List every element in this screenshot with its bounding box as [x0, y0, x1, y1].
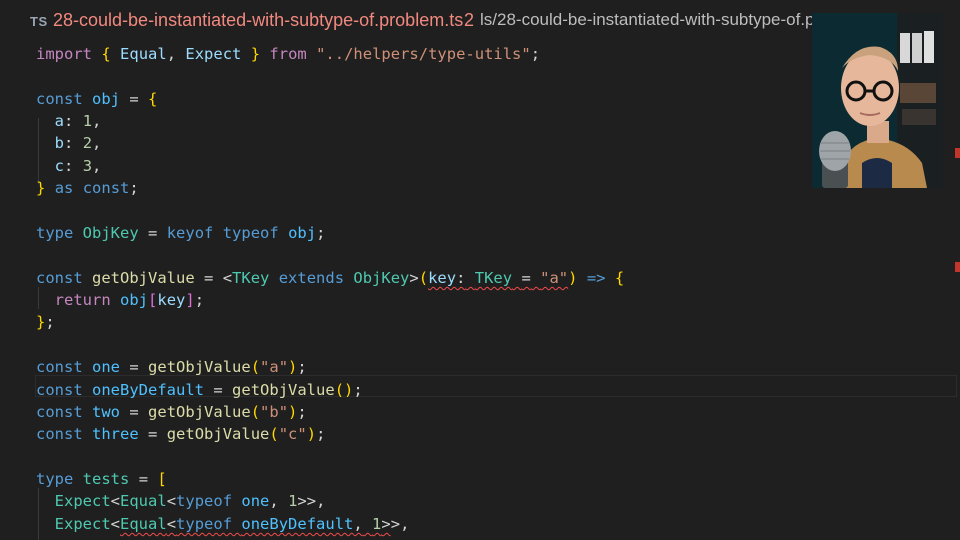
code-line-15: const one = getObjValue("a"); — [36, 358, 307, 376]
code-line-9: type ObjKey = keyof typeof obj; — [36, 224, 326, 242]
overview-ruler-error-marker[interactable] — [955, 148, 960, 158]
code-line-18: const three = getObjValue("c"); — [36, 425, 326, 443]
code-line-13: }; — [36, 313, 55, 331]
code-line-4: a: 1, — [54, 112, 102, 130]
presenter-webcam-icon — [812, 13, 943, 188]
code-line-20: type tests = [ — [36, 470, 167, 488]
code-line-6: c: 3, — [54, 157, 102, 175]
code-line-1: import { Equal, Expect } from "../helper… — [36, 45, 541, 63]
webcam-illustration — [812, 13, 943, 188]
tab-file-path: ls/28-could-be-instantiated-with-subtype… — [480, 10, 815, 29]
code-line-16: const oneByDefault = getObjValue(); — [36, 381, 363, 399]
tab-file-title[interactable]: 28-could-be-instantiated-with-subtype-of… — [53, 10, 463, 31]
overview-ruler-error-marker[interactable] — [955, 262, 960, 272]
typescript-file-icon: TS — [30, 14, 48, 29]
code-line-5: b: 2, — [54, 134, 102, 152]
code-line-17: const two = getObjValue("b"); — [36, 403, 307, 421]
code-line-22: Expect<Equal<typeof oneByDefault, 1>>, — [54, 515, 410, 533]
code-line-12: return obj[key]; — [54, 291, 205, 309]
code-line-21: Expect<Equal<typeof one, 1>>, — [54, 492, 326, 510]
code-line-7: } as const; — [36, 179, 139, 197]
code-line-3: const obj = { — [36, 90, 158, 108]
code-line-11: const getObjValue = <TKey extends ObjKey… — [36, 269, 625, 287]
tab-problem-count: 2 — [464, 10, 475, 30]
